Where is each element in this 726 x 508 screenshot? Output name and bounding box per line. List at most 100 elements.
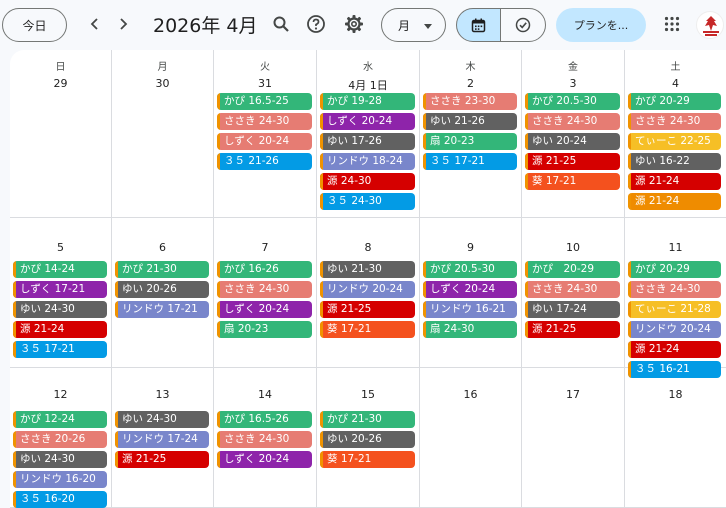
day-number[interactable]: 31 [214,77,316,90]
event-chip[interactable]: かぴ 20-29 [628,93,721,110]
event-chip[interactable]: てぃーこ 22-25 [628,133,721,150]
day-cell[interactable]: 7 かぴ 16-26 ささき 24-30 しずく 20-24 扇 20-23 [214,218,317,368]
event-chip[interactable]: ゆい 16-22 [628,153,721,170]
day-number[interactable]: 5 [10,241,111,254]
event-chip[interactable]: てぃーこ 21-28 [628,301,721,318]
event-chip[interactable]: しずく 20-24 [217,451,312,468]
event-chip[interactable]: ゆい 20-24 [525,133,620,150]
day-number[interactable]: 16 [420,388,521,401]
event-chip[interactable]: ささき 24-30 [628,281,721,298]
calendar-view-toggle[interactable] [456,8,501,42]
event-chip[interactable]: リンドウ 20-24 [628,321,721,338]
event-chip[interactable]: かぴ 20.5-30 [423,261,517,278]
event-chip[interactable]: ささき 24-30 [217,281,312,298]
day-number[interactable]: 3 [522,77,624,90]
day-number[interactable]: 29 [10,77,111,90]
day-cell[interactable]: 17 [522,368,625,508]
event-chip[interactable]: かぴ 19-28 [320,93,415,110]
event-chip[interactable]: ３５ 21-26 [217,153,312,170]
day-number[interactable]: 8 [317,241,419,254]
day-cell[interactable]: 13 ゆい 24-30 リンドウ 17-24 源 21-25 [112,368,214,508]
day-number[interactable]: 17 [522,388,624,401]
event-chip[interactable]: リンドウ 20-24 [320,281,415,298]
event-chip[interactable]: リンドウ 16-20 [13,471,107,488]
event-chip[interactable]: ささき 24-30 [217,113,312,130]
day-number[interactable]: 10 [522,241,624,254]
event-chip[interactable]: ゆい 24-30 [115,411,209,428]
event-chip[interactable]: 扇 20-23 [423,133,517,150]
event-chip[interactable]: ゆい 17-24 [525,301,620,318]
event-chip[interactable]: 源 21-25 [525,153,620,170]
event-chip[interactable]: ささき 20-26 [13,431,107,448]
day-number[interactable]: 4月 1日 [317,77,419,93]
day-cell[interactable]: 火 31 かぴ 16.5-25 ささき 24-30 しずく 20-24 ３５ 21-26 [214,50,317,218]
event-chip[interactable]: かぴ 20-29 [525,261,620,278]
day-cell[interactable]: 月 30 [112,50,214,218]
day-number[interactable]: 14 [214,388,316,401]
event-chip[interactable]: リンドウ 16-21 [423,301,517,318]
day-number[interactable]: 11 [625,241,726,254]
event-chip[interactable]: かぴ 16.5-26 [217,411,312,428]
day-cell[interactable]: 14 かぴ 16.5-26 ささき 24-30 しずく 20-24 [214,368,317,508]
event-chip[interactable]: リンドウ 17-24 [115,431,209,448]
event-chip[interactable]: ３５ 24-30 [320,193,415,210]
day-number[interactable]: 6 [112,241,213,254]
day-cell[interactable]: 9 かぴ 20.5-30 しずく 20-24 リンドウ 16-21 扇 24-30 [420,218,522,368]
day-cell[interactable]: 12 かぴ 12-24 ささき 20-26 ゆい 24-30 リンドウ 16-20 ３５ … [10,368,112,508]
event-chip[interactable]: 源 21-24 [628,193,721,210]
event-chip[interactable]: ささき 24-30 [217,431,312,448]
day-number[interactable]: 18 [625,388,726,401]
day-number[interactable]: 30 [112,77,213,90]
plan-button[interactable]: プランを... [556,8,646,42]
day-cell[interactable]: 8 ゆい 21-30 リンドウ 20-24 源 21-25 葵 17-21 [317,218,420,368]
help-icon[interactable] [303,11,329,37]
event-chip[interactable]: ゆい 21-30 [320,261,415,278]
event-chip[interactable]: 源 21-25 [525,321,620,338]
apps-grid-icon[interactable] [659,11,685,37]
day-cell[interactable]: 日 29 [10,50,112,218]
event-chip[interactable]: かぴ 14-24 [13,261,107,278]
event-chip[interactable]: ささき 24-30 [525,281,620,298]
event-chip[interactable]: ゆい 20-26 [115,281,209,298]
event-chip[interactable]: ささき 23-30 [423,93,517,110]
day-number[interactable]: 2 [420,77,521,90]
day-cell[interactable]: 水 4月 1日 かぴ 19-28 しずく 20-24 ゆい 17-26 リンドウ 18-2… [317,50,420,218]
event-chip[interactable]: しずく 20-24 [320,113,415,130]
day-number[interactable]: 13 [112,388,213,401]
settings-icon[interactable] [341,11,367,37]
event-chip[interactable]: 扇 24-30 [423,321,517,338]
event-chip[interactable]: かぴ 16-26 [217,261,312,278]
event-chip[interactable]: リンドウ 17-21 [115,301,209,318]
event-chip[interactable]: ゆい 20-26 [320,431,415,448]
event-chip[interactable]: 源 21-24 [13,321,107,338]
event-chip[interactable]: かぴ 21-30 [320,411,415,428]
event-chip[interactable]: 源 21-24 [628,341,721,358]
day-cell[interactable]: 木 2 ささき 23-30 ゆい 21-26 扇 20-23 ３５ 17-21 [420,50,522,218]
day-cell[interactable]: 5 かぴ 14-24 しずく 17-21 ゆい 24-30 源 21-24 ３５ 17-2… [10,218,112,368]
chevron-right-icon[interactable] [110,10,136,38]
event-chip[interactable]: ゆい 24-30 [13,451,107,468]
event-chip[interactable]: ３５ 17-21 [423,153,517,170]
event-chip[interactable]: しずく 20-24 [217,301,312,318]
tasks-view-toggle[interactable] [500,8,546,42]
today-button[interactable]: 今日 [2,8,67,42]
event-chip[interactable]: 源 21-24 [628,173,721,190]
search-icon[interactable] [268,11,294,37]
day-cell[interactable]: 16 [420,368,522,508]
event-chip[interactable]: リンドウ 18-24 [320,153,415,170]
event-chip[interactable]: ３５ 17-21 [13,341,107,358]
event-chip[interactable]: ３５ 16-20 [13,491,107,508]
event-chip[interactable]: 葵 17-21 [320,451,415,468]
event-chip[interactable]: しずく 20-24 [423,281,517,298]
day-cell[interactable]: 10 かぴ 20-29 ささき 24-30 ゆい 17-24 源 21-25 [522,218,625,368]
day-number[interactable]: 9 [420,241,521,254]
day-number[interactable]: 4 [625,77,726,90]
event-chip[interactable]: 葵 17-21 [320,321,415,338]
event-chip[interactable]: 源 21-25 [115,451,209,468]
day-number[interactable]: 12 [10,388,111,401]
event-chip[interactable]: しずく 17-21 [13,281,107,298]
event-chip[interactable]: 葵 17-21 [525,173,620,190]
day-number[interactable]: 15 [317,388,419,401]
event-chip[interactable]: かぴ 20-29 [628,261,721,278]
event-chip[interactable]: ささき 24-30 [628,113,721,130]
